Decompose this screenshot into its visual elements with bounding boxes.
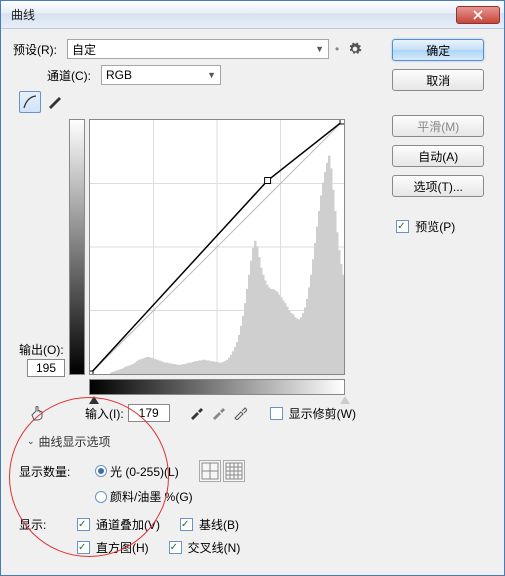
intersection-checkbox[interactable]: 交叉线(N) xyxy=(165,538,241,557)
cancel-button[interactable]: 取消 xyxy=(392,69,484,91)
grid-coarse-button[interactable] xyxy=(199,460,221,482)
on-image-adjust-button[interactable] xyxy=(27,403,49,423)
channel-overlay-checkbox[interactable]: 通道叠加(V) xyxy=(73,515,160,534)
channel-label: 通道(C): xyxy=(47,67,101,84)
white-eyedropper[interactable] xyxy=(232,405,248,421)
window-title: 曲线 xyxy=(11,6,456,23)
disclosure-arrow-icon: ⌄ xyxy=(27,436,35,447)
hand-icon xyxy=(29,405,47,421)
output-label: 输出(O): xyxy=(19,341,64,358)
output-gradient xyxy=(69,119,85,375)
chevron-down-icon: ▼ xyxy=(315,44,324,54)
pencil-icon xyxy=(47,95,61,109)
curve-display-disclosure[interactable]: ⌄ 曲线显示选项 xyxy=(27,433,384,450)
eyedropper-icon xyxy=(233,406,247,420)
preset-value: 自定 xyxy=(72,41,96,58)
close-icon xyxy=(473,10,483,20)
radio-icon xyxy=(95,465,107,477)
curves-chart[interactable] xyxy=(89,119,345,375)
preview-checkbox[interactable]: 预览(P) xyxy=(392,217,492,236)
gray-eyedropper[interactable] xyxy=(210,405,226,421)
output-input[interactable]: 195 xyxy=(27,359,65,377)
preset-label: 预设(R): xyxy=(13,41,67,58)
amount-light-label: 光 (0-255)(L) xyxy=(110,463,179,480)
chevron-down-icon: ▼ xyxy=(207,70,216,80)
baseline-checkbox[interactable]: 基线(B) xyxy=(176,515,239,534)
eyedropper-icon xyxy=(211,406,225,420)
disclosure-label: 曲线显示选项 xyxy=(39,433,111,450)
preset-menu-dot: • xyxy=(335,42,339,56)
ok-button[interactable]: 确定 xyxy=(392,39,484,61)
close-button[interactable] xyxy=(456,6,500,24)
pencil-tool-button[interactable] xyxy=(43,91,65,113)
show-clipping-input[interactable] xyxy=(270,407,283,420)
preview-label: 预览(P) xyxy=(415,218,455,235)
amount-light-radio[interactable]: 光 (0-255)(L) xyxy=(95,463,179,480)
eyedropper-icon xyxy=(189,406,203,420)
smooth-button[interactable]: 平滑(M) xyxy=(392,115,484,137)
radio-icon xyxy=(95,491,107,503)
input-label: 输入(I): xyxy=(85,405,124,422)
channel-value: RGB xyxy=(106,68,132,82)
amount-pigment-label: 颜料/油墨 %(G) xyxy=(110,488,193,505)
amount-pigment-radio[interactable]: 颜料/油墨 %(G) xyxy=(95,488,193,505)
gear-icon xyxy=(348,42,362,56)
input-input[interactable]: 179 xyxy=(128,404,170,422)
options-button[interactable]: 选项(T)... xyxy=(392,175,484,197)
show-clipping-checkbox[interactable]: 显示修剪(W) xyxy=(266,404,356,423)
histogram-checkbox[interactable]: 直方图(H) xyxy=(73,538,149,557)
preset-select[interactable]: 自定 ▼ xyxy=(67,39,329,59)
amount-label: 显示数量: xyxy=(19,463,85,480)
preset-menu-button[interactable] xyxy=(347,41,363,57)
black-eyedropper[interactable] xyxy=(188,405,204,421)
curve-icon xyxy=(23,95,37,109)
auto-button[interactable]: 自动(A) xyxy=(392,145,484,167)
grid-fine-button[interactable] xyxy=(223,460,245,482)
curve-tool-button[interactable] xyxy=(19,91,41,113)
show-clipping-label: 显示修剪(W) xyxy=(289,405,356,422)
input-gradient xyxy=(89,379,345,395)
channel-select[interactable]: RGB ▼ xyxy=(101,65,221,85)
show-label: 显示: xyxy=(19,516,57,533)
